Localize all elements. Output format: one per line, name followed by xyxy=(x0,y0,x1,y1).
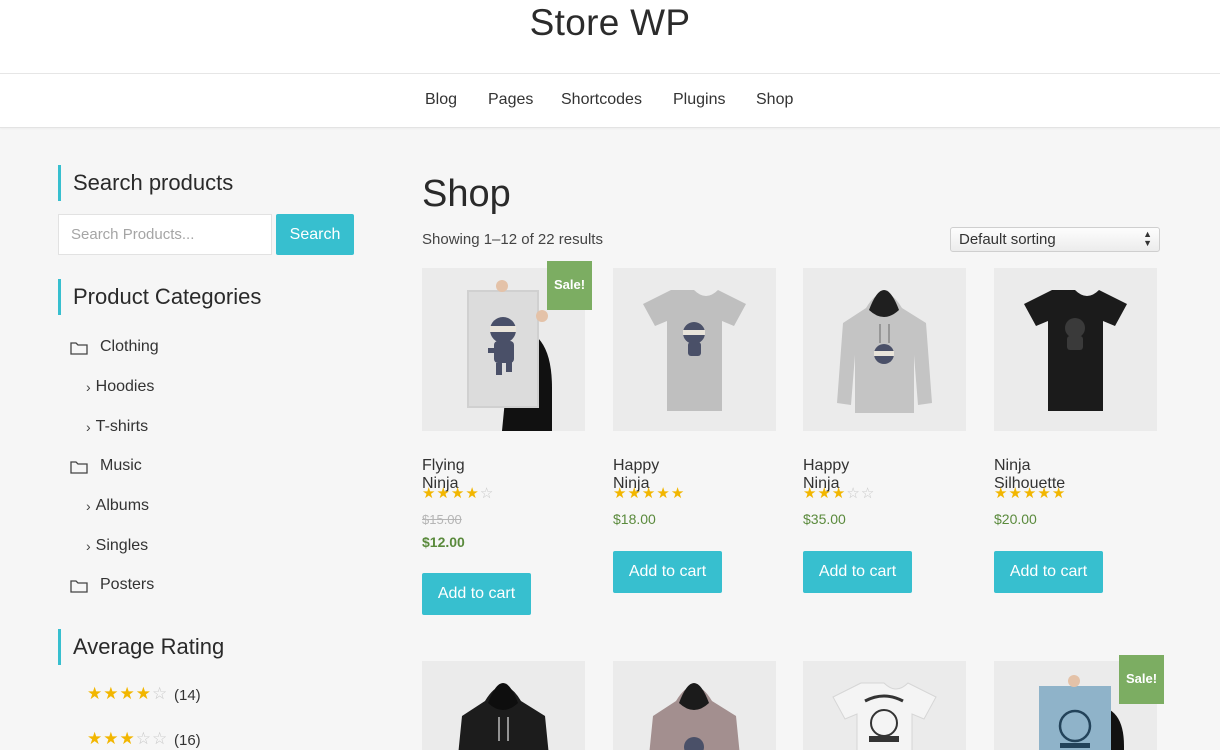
search-input[interactable] xyxy=(58,214,272,255)
product-image[interactable] xyxy=(994,268,1157,431)
star-filled-icon: ★ xyxy=(103,729,120,748)
category-item[interactable]: Music xyxy=(70,456,142,476)
regular-price: $15.00 xyxy=(422,512,462,527)
chevron-right-icon: › xyxy=(86,498,91,514)
star-empty-icon: ☆ xyxy=(479,485,495,502)
rating-filter-item[interactable]: ★★★☆☆ (16) xyxy=(87,729,217,750)
search-widget-title: Search products xyxy=(58,165,233,201)
star-filled-icon: ★ xyxy=(450,485,466,502)
sale-badge: Sale! xyxy=(1119,655,1164,704)
category-label: Albums xyxy=(95,497,150,514)
nav-item-shortcodes[interactable]: Shortcodes xyxy=(561,91,642,109)
star-filled-icon: ★ xyxy=(87,684,104,703)
star-filled-icon: ★ xyxy=(465,485,480,502)
star-empty-icon: ☆ xyxy=(152,684,169,703)
site-header: Store WP xyxy=(0,0,1220,74)
category-item[interactable]: Clothing xyxy=(70,337,159,357)
product-rating: ★★★★★ xyxy=(613,486,685,502)
category-label: Music xyxy=(100,457,142,474)
rating-stars: ★★★☆☆ xyxy=(87,729,169,748)
star-empty-icon: ☆ xyxy=(860,485,876,502)
star-filled-icon: ★ xyxy=(119,729,136,748)
rating-stars: ★★★★☆ xyxy=(87,684,169,703)
category-item[interactable]: › Albums xyxy=(86,496,149,516)
product-rating: ★★★★★ xyxy=(994,486,1066,502)
category-label: T-shirts xyxy=(95,418,149,435)
chevron-right-icon: › xyxy=(86,419,91,435)
folder-icon xyxy=(70,579,88,593)
sale-price: $12.00 xyxy=(422,534,465,550)
product-image[interactable] xyxy=(613,268,776,431)
rating-count: (16) xyxy=(174,732,201,749)
add-to-cart-button[interactable]: Add to cart xyxy=(422,573,531,615)
rating-filter-item[interactable]: ★★★★☆ (14) xyxy=(87,684,217,706)
rating-widget-title: Average Rating xyxy=(58,629,224,665)
site-title[interactable]: Store WP xyxy=(0,2,1220,44)
star-filled-icon: ★ xyxy=(119,684,136,703)
star-filled-icon: ★ xyxy=(135,684,152,703)
product-price: $35.00 xyxy=(803,511,846,527)
category-label: Posters xyxy=(100,576,155,593)
nav-item-pages[interactable]: Pages xyxy=(488,91,533,109)
sorting-select[interactable]: Default sorting ▲ ▼ xyxy=(950,227,1160,252)
add-to-cart-button[interactable]: Add to cart xyxy=(613,551,722,593)
star-filled-icon: ★ xyxy=(994,485,1009,502)
add-to-cart-button[interactable]: Add to cart xyxy=(994,551,1103,593)
star-filled-icon: ★ xyxy=(613,485,628,502)
category-label: Clothing xyxy=(100,338,159,355)
star-filled-icon: ★ xyxy=(1022,485,1038,502)
star-filled-icon: ★ xyxy=(817,485,832,502)
star-filled-icon: ★ xyxy=(1051,485,1067,502)
star-filled-icon: ★ xyxy=(803,485,818,502)
star-filled-icon: ★ xyxy=(436,485,451,502)
star-filled-icon: ★ xyxy=(670,485,686,502)
category-label: Singles xyxy=(95,537,149,554)
category-label: Hoodies xyxy=(95,378,155,395)
nav-item-shop[interactable]: Shop xyxy=(756,91,793,109)
star-filled-icon: ★ xyxy=(656,485,671,502)
nav-item-blog[interactable]: Blog xyxy=(425,91,457,109)
folder-icon xyxy=(70,460,88,474)
product-image[interactable] xyxy=(803,268,966,431)
chevron-right-icon: › xyxy=(86,538,91,554)
star-filled-icon: ★ xyxy=(831,485,847,502)
main-navigation: Blog Pages Shortcodes Plugins Shop xyxy=(0,74,1220,128)
category-item[interactable]: Posters xyxy=(70,575,154,595)
product-price: $20.00 xyxy=(994,511,1037,527)
result-count: Showing 1–12 of 22 results xyxy=(422,231,603,248)
star-filled-icon: ★ xyxy=(1008,485,1023,502)
folder-icon xyxy=(70,341,88,355)
star-filled-icon: ★ xyxy=(641,485,657,502)
star-filled-icon: ★ xyxy=(103,684,120,703)
sale-badge: Sale! xyxy=(547,261,592,310)
star-empty-icon: ☆ xyxy=(152,729,169,748)
product-rating: ★★★☆☆ xyxy=(803,486,875,502)
star-filled-icon: ★ xyxy=(627,485,642,502)
star-empty-icon: ☆ xyxy=(846,485,861,502)
star-filled-icon: ★ xyxy=(1037,485,1052,502)
category-item[interactable]: › Singles xyxy=(86,536,148,556)
product-rating: ★★★★☆ xyxy=(422,486,494,502)
categories-widget-title: Product Categories xyxy=(58,279,261,315)
star-filled-icon: ★ xyxy=(422,485,437,502)
chevron-right-icon: › xyxy=(86,379,91,395)
star-filled-icon: ★ xyxy=(87,729,104,748)
star-empty-icon: ☆ xyxy=(135,729,152,748)
product-image[interactable] xyxy=(803,661,966,750)
nav-item-plugins[interactable]: Plugins xyxy=(673,91,725,109)
search-button[interactable]: Search xyxy=(276,214,354,255)
category-item[interactable]: › T-shirts xyxy=(86,417,148,437)
product-price: $18.00 xyxy=(613,511,656,527)
page-title: Shop xyxy=(422,173,511,215)
rating-count: (14) xyxy=(174,687,201,704)
select-arrows-icon: ▲ ▼ xyxy=(1143,229,1152,248)
product-image[interactable] xyxy=(613,661,776,750)
sorting-selected-value: Default sorting xyxy=(959,231,1056,248)
product-image[interactable] xyxy=(422,661,585,750)
category-item[interactable]: › Hoodies xyxy=(86,377,154,397)
add-to-cart-button[interactable]: Add to cart xyxy=(803,551,912,593)
